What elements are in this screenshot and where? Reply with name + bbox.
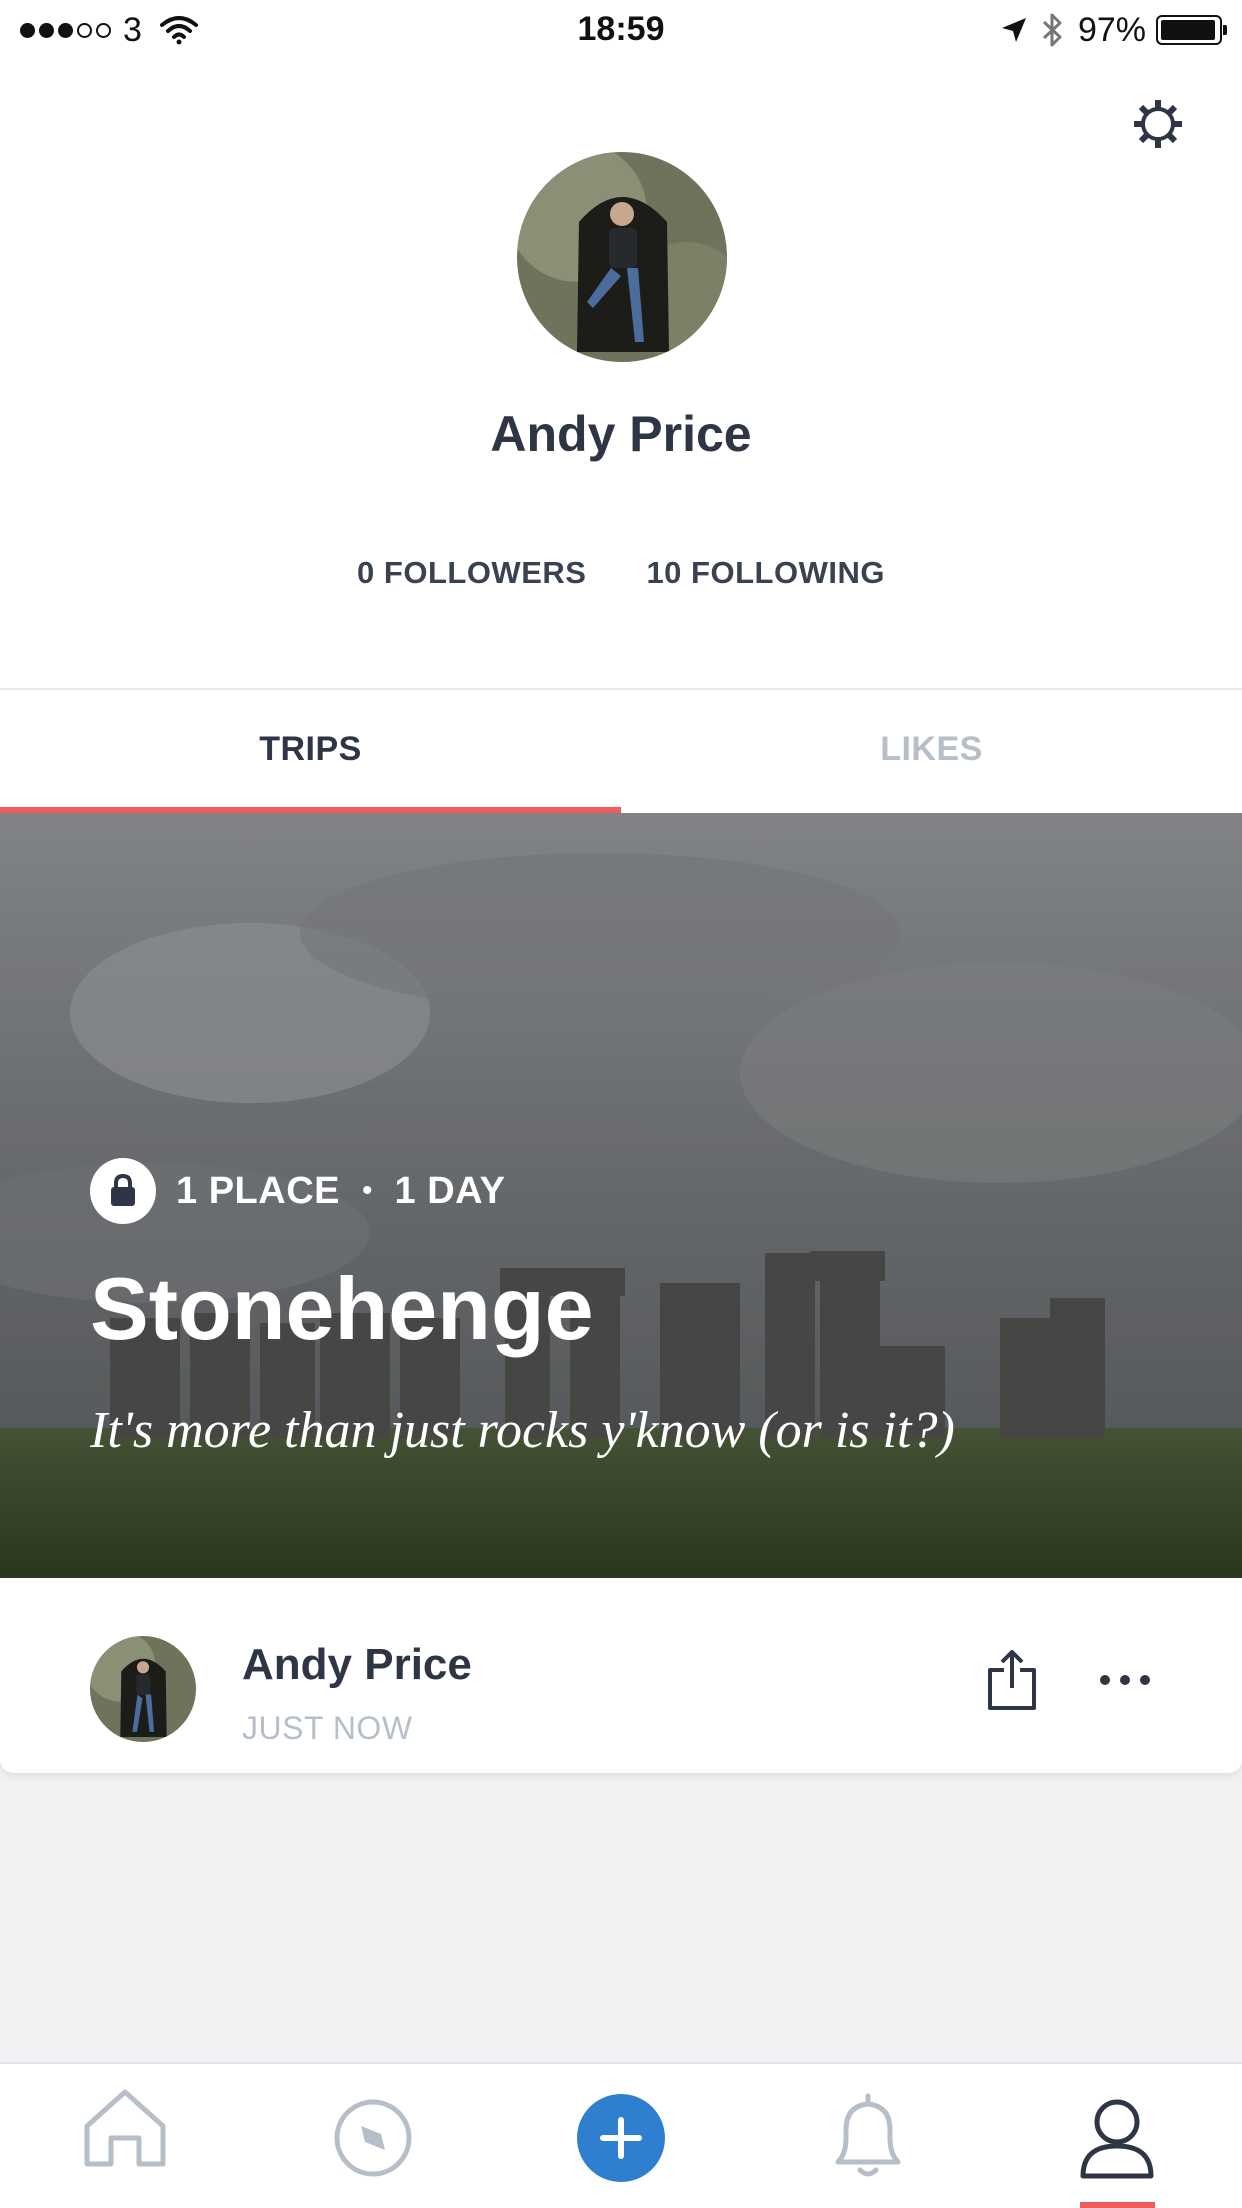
- bottom-navigation: [0, 2062, 1242, 2208]
- meta-separator: •: [361, 1174, 373, 1207]
- active-nav-indicator: [1080, 2202, 1155, 2208]
- trip-description: It's more than just rocks y'know (or is …: [90, 1402, 955, 1459]
- location-arrow-icon: [1001, 18, 1026, 42]
- profile-icon[interactable]: [1057, 2064, 1177, 2208]
- home-icon[interactable]: [65, 2064, 185, 2208]
- trip-title: Stonehenge: [90, 1259, 594, 1358]
- author-name[interactable]: Andy Price: [242, 1640, 472, 1690]
- more-options-icon[interactable]: [1095, 1660, 1155, 1700]
- post-timestamp: JUST NOW: [242, 1710, 413, 1746]
- share-icon[interactable]: [984, 1648, 1040, 1712]
- lock-icon: [90, 1158, 156, 1224]
- bluetooth-icon: [1042, 13, 1062, 47]
- trip-duration: 1 DAY: [394, 1169, 506, 1212]
- status-bar: 3 18:59 97%: [0, 0, 1242, 60]
- followers-count[interactable]: 0 FOLLOWERS: [357, 555, 586, 591]
- battery-fill: [1161, 20, 1216, 40]
- trip-card[interactable]: 1 PLACE • 1 DAY Stonehenge It's more tha…: [0, 813, 1242, 1773]
- follow-counts: 0 FOLLOWERS 10 FOLLOWING: [0, 555, 1242, 591]
- following-count[interactable]: 10 FOLLOWING: [646, 555, 885, 591]
- trip-cover-image[interactable]: 1 PLACE • 1 DAY Stonehenge It's more tha…: [0, 813, 1242, 1578]
- explore-compass-icon[interactable]: [313, 2064, 433, 2208]
- battery-percentage: 97%: [1077, 10, 1146, 49]
- add-icon[interactable]: [561, 2064, 681, 2208]
- profile-header: Andy Price 0 FOLLOWERS 10 FOLLOWING: [0, 60, 1242, 688]
- trip-places-count: 1 PLACE: [176, 1169, 340, 1212]
- tab-likes[interactable]: LIKES: [621, 690, 1242, 813]
- bell-icon[interactable]: [808, 2064, 928, 2208]
- profile-screen: 3 18:59 97% Andy Price 0 FOLLOWERS 10 FO…: [0, 0, 1242, 2208]
- profile-name: Andy Price: [490, 406, 752, 462]
- profile-avatar[interactable]: [517, 152, 727, 362]
- trip-footer: Andy Price JUST NOW: [0, 1578, 1242, 1773]
- tab-trips[interactable]: TRIPS: [0, 690, 621, 813]
- settings-gear-icon[interactable]: [1130, 96, 1186, 152]
- battery-icon: [1156, 15, 1227, 45]
- trip-meta: 1 PLACE • 1 DAY: [90, 1158, 505, 1224]
- status-right: 97%: [1000, 10, 1227, 50]
- author-avatar[interactable]: [90, 1636, 196, 1742]
- profile-tabs: TRIPS LIKES: [0, 688, 1242, 813]
